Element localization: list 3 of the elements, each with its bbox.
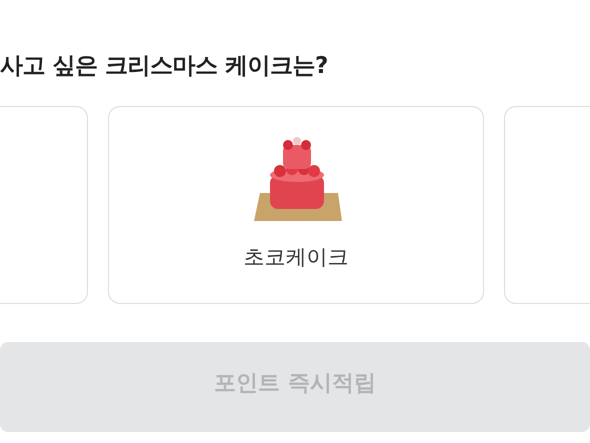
option-card[interactable]: 초코케이크 [108,106,484,304]
option-label: 초코케이크 [244,244,348,271]
question-title: 사고 싶은 크리스마스 케이크는? [0,52,329,81]
